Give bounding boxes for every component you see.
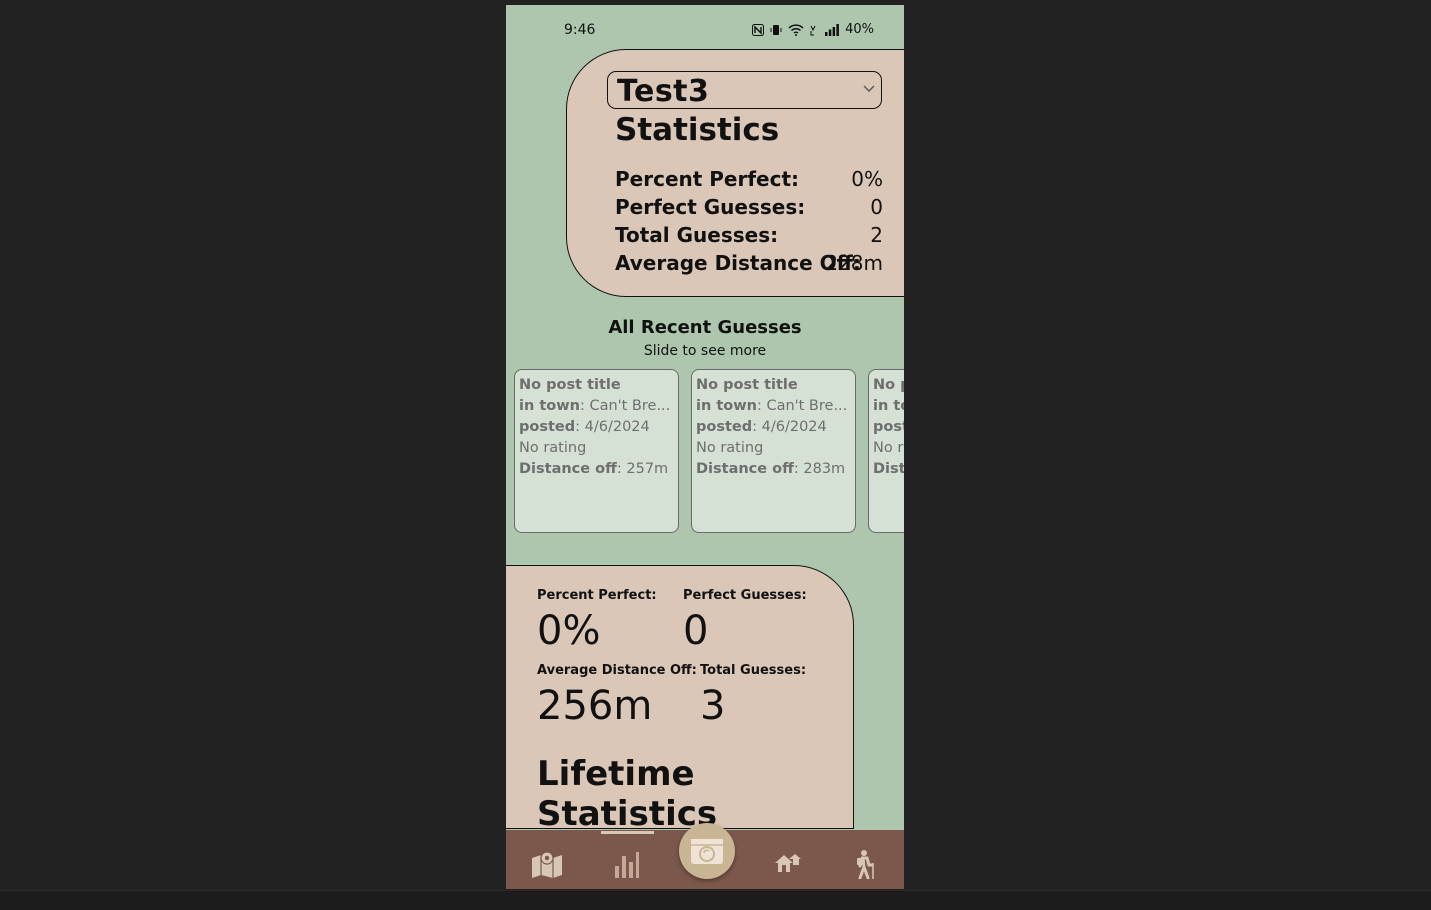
hiker-icon bbox=[857, 850, 874, 879]
lifetime-perfect-guesses-label: Perfect Guesses: bbox=[683, 588, 807, 603]
guess-posted: posted: 4/6/2024 bbox=[696, 419, 827, 435]
lifetime-avg-distance-label: Average Distance Off: bbox=[537, 663, 697, 678]
volte-icon bbox=[810, 25, 816, 35]
statistics-card: Test3 Statistics Percent Perfect: 0% Per… bbox=[566, 49, 904, 297]
user-select-dropdown[interactable]: Test3 bbox=[607, 71, 882, 109]
guess-rating: No ra bbox=[873, 440, 904, 456]
chevron-down-icon bbox=[863, 85, 875, 92]
stat-label: Average Distance Off: bbox=[615, 251, 861, 275]
signal-icon bbox=[825, 23, 839, 36]
lifetime-statistics-card: Percent Perfect: 0% Perfect Guesses: 0 A… bbox=[506, 565, 854, 834]
recent-guesses-title: All Recent Guesses bbox=[608, 317, 802, 338]
user-select-value: Test3 bbox=[617, 74, 710, 109]
guess-title: No po bbox=[873, 377, 904, 393]
stat-row-total-guesses: Total Guesses: 2 bbox=[615, 223, 883, 249]
guess-rating: No rating bbox=[519, 440, 587, 456]
guess-town: in to bbox=[873, 398, 904, 414]
lifetime-statistics-title: Lifetime Statistics bbox=[537, 754, 718, 834]
stat-row-average-distance: Average Distance Off: 228m bbox=[615, 251, 883, 277]
stat-label: Percent Perfect: bbox=[615, 167, 800, 191]
stats-icon bbox=[615, 852, 639, 878]
guess-town: in town: Can't Bre... bbox=[519, 398, 671, 414]
stat-value: 2 bbox=[870, 223, 883, 247]
lifetime-percent-perfect-value: 0% bbox=[537, 608, 601, 654]
lifetime-total-guesses-label: Total Guesses: bbox=[700, 663, 807, 678]
wifi-icon bbox=[788, 23, 804, 36]
nav-map-button[interactable] bbox=[529, 846, 565, 882]
guess-distance: Distance off: 257m bbox=[519, 461, 669, 477]
nav-home-button[interactable] bbox=[769, 846, 805, 882]
host-taskbar bbox=[0, 890, 1431, 910]
map-icon bbox=[532, 851, 562, 878]
lifetime-avg-distance-value: 256m bbox=[537, 683, 653, 729]
guess-posted: posted: 4/6/2024 bbox=[519, 419, 650, 435]
nav-stats-button[interactable] bbox=[609, 846, 645, 882]
lifetime-perfect-guesses-value: 0 bbox=[683, 608, 709, 654]
status-bar: 9:46 40% bbox=[506, 5, 904, 55]
guess-rating: No rating bbox=[696, 440, 764, 456]
lifetime-percent-perfect-label: Percent Perfect: bbox=[537, 588, 657, 603]
stat-value: 0 bbox=[870, 195, 883, 219]
guess-title: No post title bbox=[696, 377, 798, 393]
guess-title: No post title bbox=[519, 377, 621, 393]
guess-card[interactable]: No po in to post No ra Dista bbox=[868, 369, 904, 533]
status-icons: 40% bbox=[752, 22, 874, 37]
guess-distance: Dista bbox=[873, 461, 904, 477]
battery-percent: 40% bbox=[845, 22, 874, 37]
stat-row-perfect-guesses: Perfect Guesses: 0 bbox=[615, 195, 883, 221]
stat-row-percent-perfect: Percent Perfect: 0% bbox=[615, 167, 883, 193]
statistics-title: Statistics bbox=[615, 112, 780, 148]
nav-camera-button[interactable] bbox=[679, 823, 735, 879]
nfc-icon bbox=[752, 23, 765, 36]
home-icon bbox=[775, 854, 801, 872]
vibrate-icon bbox=[770, 24, 782, 35]
status-time: 9:46 bbox=[564, 22, 596, 38]
stat-value: 0% bbox=[851, 167, 883, 191]
lifetime-total-guesses-value: 3 bbox=[700, 683, 726, 729]
camera-icon bbox=[691, 839, 723, 864]
stat-value: 228m bbox=[825, 251, 883, 275]
phone-screen: 9:46 40% Test3 Statistics Percent Perfec… bbox=[506, 5, 904, 889]
guess-card[interactable]: No post title in town: Can't Bre... post… bbox=[691, 369, 856, 533]
guess-town: in town: Can't Bre... bbox=[696, 398, 848, 414]
recent-guesses-subtitle: Slide to see more bbox=[643, 343, 767, 359]
nav-active-indicator bbox=[601, 831, 654, 834]
guess-distance: Distance off: 283m bbox=[696, 461, 846, 477]
guess-posted: post bbox=[873, 419, 904, 435]
stat-label: Total Guesses: bbox=[615, 223, 779, 247]
nav-hike-button[interactable] bbox=[847, 846, 883, 882]
stat-label: Perfect Guesses: bbox=[615, 195, 806, 219]
guess-card[interactable]: No post title in town: Can't Bre... post… bbox=[514, 369, 679, 533]
